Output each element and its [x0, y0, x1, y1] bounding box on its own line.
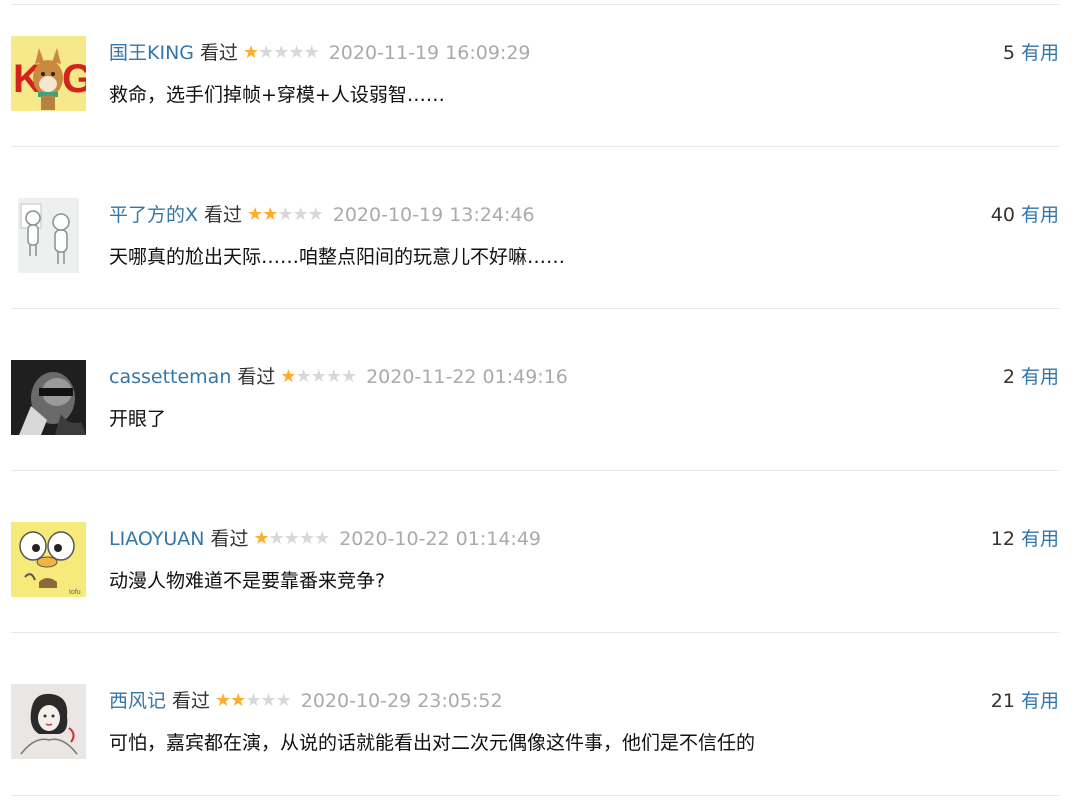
star-filled-icon: ★: [243, 42, 259, 63]
comment-text: 开眼了: [109, 408, 167, 430]
vote-count: 40: [990, 204, 1015, 226]
useful-button[interactable]: 有用: [1021, 42, 1059, 64]
comment-time: 2020-11-19 16:09:29: [328, 42, 531, 64]
comment-item: 平了方的X 看过 ★ ★ ★ ★ ★ 2020-10-19 13:24:46 40 有用 …: [0, 162, 1080, 322]
username-link[interactable]: 国王KING: [109, 38, 194, 68]
username-link[interactable]: 西风记: [109, 686, 166, 716]
useful-button[interactable]: 有用: [1021, 366, 1059, 388]
star-empty-icon: ★: [292, 204, 308, 225]
yellow-cartoon-avatar-icon[interactable]: tofu: [11, 522, 86, 597]
comment-time: 2020-10-19 13:24:46: [332, 204, 535, 226]
comment-time: 2020-11-22 01:49:16: [366, 366, 568, 388]
star-empty-icon: ★: [275, 690, 292, 711]
star-empty-icon: ★: [283, 528, 300, 549]
star-empty-icon: ★: [325, 366, 342, 387]
comment-item: K G 国王KING 看过 ★ ★ ★ ★ ★ 2020-11-19 16:09:29 …: [0, 0, 1080, 160]
comment-meta: cassetteman 看过 ★ ★ ★ ★ ★ 2020-11-22 01:49:16: [109, 362, 568, 392]
star-empty-icon: ★: [245, 690, 261, 711]
useful-button[interactable]: 有用: [1021, 690, 1059, 712]
votes: 40 有用: [991, 200, 1059, 230]
comment-time: 2020-10-29 23:05:52: [300, 690, 503, 712]
star-filled-icon: ★: [215, 690, 231, 711]
sketch-girl-avatar-icon[interactable]: [11, 684, 86, 759]
username-link[interactable]: cassetteman: [109, 362, 231, 392]
useful-button[interactable]: 有用: [1021, 204, 1059, 226]
star-empty-icon: ★: [303, 42, 320, 63]
votes: 2 有用: [1003, 362, 1059, 392]
sketch-figures-avatar-icon[interactable]: [11, 198, 86, 273]
comment-text: 动漫人物难道不是要靠番来竞争?: [109, 570, 386, 592]
comment-item: 西风记 看过 ★ ★ ★ ★ ★ 2020-10-29 23:05:52 21 有用 可怕…: [0, 648, 1080, 808]
star-empty-icon: ★: [310, 366, 327, 387]
star-filled-icon: ★: [253, 528, 270, 549]
comment-meta: 西风记 看过 ★ ★ ★ ★ ★ 2020-10-29 23:05:52: [109, 686, 503, 716]
star-empty-icon: ★: [314, 528, 330, 549]
rating-stars: ★ ★ ★ ★ ★: [247, 200, 324, 230]
comment-text: 天哪真的尬出天际……咱整点阳间的玩意儿不好嘛……: [109, 246, 566, 268]
rating-stars: ★ ★ ★ ★ ★: [215, 686, 292, 716]
star-empty-icon: ★: [288, 42, 304, 63]
votes: 12 有用: [991, 524, 1059, 554]
star-empty-icon: ★: [295, 366, 312, 387]
star-empty-icon: ★: [277, 204, 293, 225]
votes: 5 有用: [1003, 38, 1059, 68]
comment-text: 救命，选手们掉帧+穿模+人设弱智……: [109, 84, 445, 106]
star-empty-icon: ★: [340, 366, 357, 387]
rating-stars: ★ ★ ★ ★ ★: [253, 524, 331, 554]
star-empty-icon: ★: [260, 690, 276, 711]
svg-text:tofu: tofu: [69, 589, 81, 596]
star-empty-icon: ★: [298, 528, 315, 549]
username-link[interactable]: 平了方的X: [109, 200, 198, 230]
votes: 21 有用: [991, 686, 1059, 716]
svg-text:G: G: [62, 57, 86, 101]
vote-count: 5: [1002, 42, 1015, 64]
rating-stars: ★ ★ ★ ★ ★: [280, 362, 357, 392]
star-empty-icon: ★: [307, 204, 324, 225]
star-empty-icon: ★: [258, 42, 274, 63]
star-empty-icon: ★: [268, 528, 285, 549]
vote-count: 12: [990, 528, 1015, 550]
comment-item: tofu LIAOYUAN 看过 ★ ★ ★ ★ ★ 2020-10-22 01:14:…: [0, 486, 1080, 646]
bw-portrait-avatar-icon[interactable]: [11, 360, 86, 435]
useful-button[interactable]: 有用: [1021, 528, 1059, 550]
comment-text: 可怕，嘉宾都在演，从说的话就能看出对二次元偶像这件事，他们是不信任的: [109, 732, 756, 754]
star-filled-icon: ★: [230, 690, 246, 711]
king-dog-avatar-icon[interactable]: K G: [11, 36, 86, 111]
star-filled-icon: ★: [262, 204, 278, 225]
watch-status: 看过: [237, 366, 276, 388]
vote-count: 2: [1002, 366, 1015, 388]
username-link[interactable]: LIAOYUAN: [109, 524, 205, 554]
rating-stars: ★ ★ ★ ★ ★: [243, 38, 320, 68]
comment-meta: 国王KING 看过 ★ ★ ★ ★ ★ 2020-11-19 16:09:29: [109, 38, 531, 68]
comment-meta: 平了方的X 看过 ★ ★ ★ ★ ★ 2020-10-19 13:24:46: [109, 200, 535, 230]
vote-count: 21: [990, 690, 1015, 712]
watch-status: 看过: [200, 42, 239, 64]
comment-item: cassetteman 看过 ★ ★ ★ ★ ★ 2020-11-22 01:49:16…: [0, 324, 1080, 484]
comment-meta: LIAOYUAN 看过 ★ ★ ★ ★ ★ 2020-10-22 01:14:49: [109, 524, 541, 554]
watch-status: 看过: [210, 528, 249, 550]
star-empty-icon: ★: [273, 42, 289, 63]
star-filled-icon: ★: [247, 204, 263, 225]
watch-status: 看过: [204, 204, 243, 226]
comment-time: 2020-10-22 01:14:49: [339, 528, 542, 550]
star-filled-icon: ★: [280, 366, 296, 387]
watch-status: 看过: [172, 690, 211, 712]
